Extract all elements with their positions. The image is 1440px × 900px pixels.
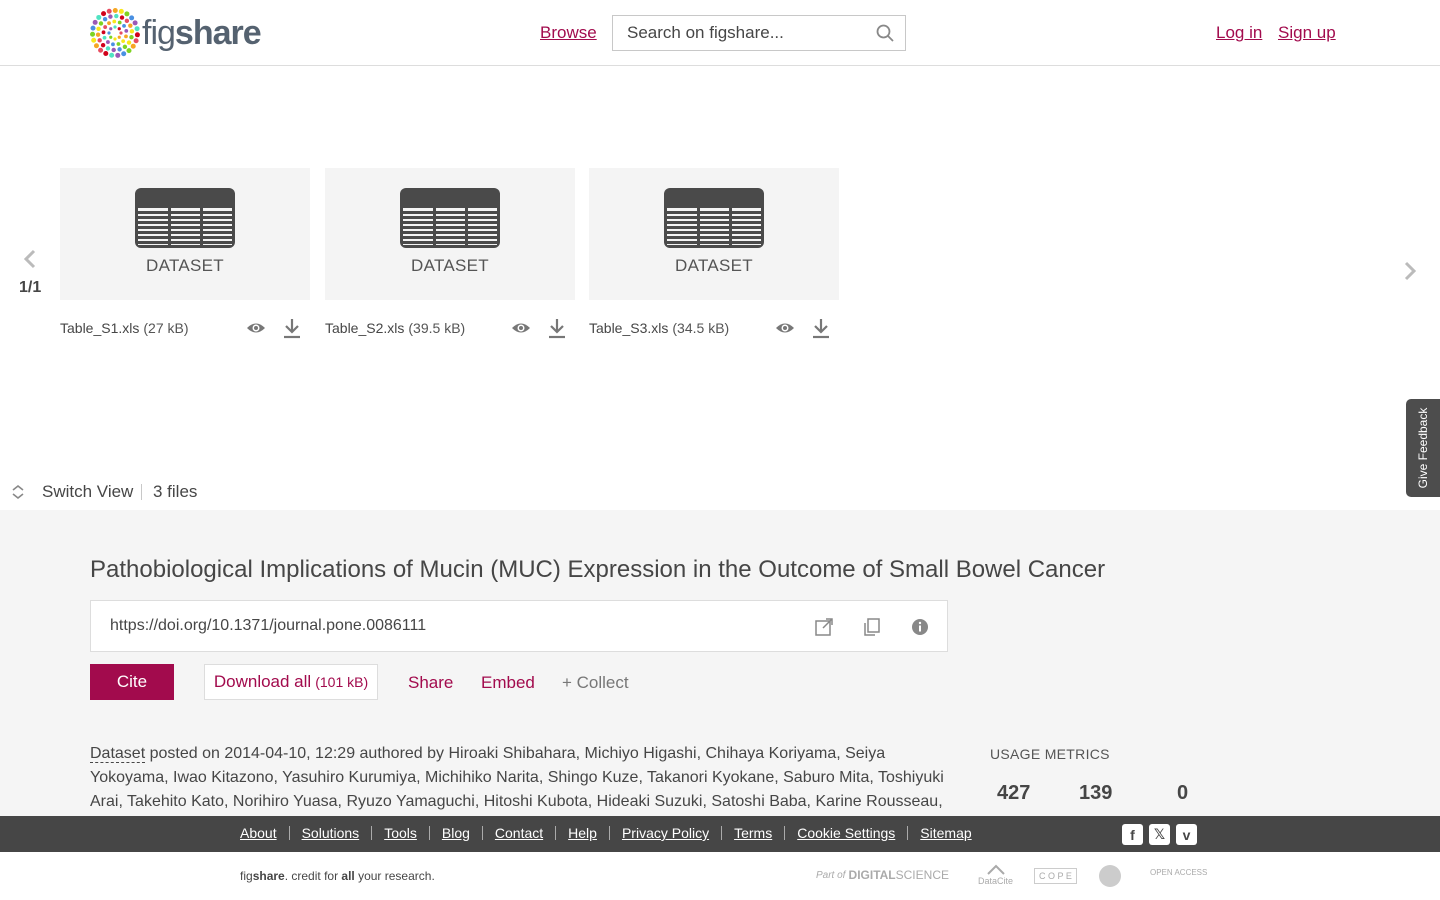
footer-link-privacy-policy[interactable]: Privacy Policy (622, 825, 709, 841)
footer-separator (428, 826, 430, 840)
file-meta: Table_S3.xls (34.5 kB) (589, 316, 839, 340)
footer-links: About Solutions Tools Blog Contact Help Privac… (240, 825, 972, 841)
site-header: figshare Browse Search on figshare... Lo… (0, 0, 1440, 66)
page-title: Pathobiological Implications of Mucin (M… (90, 556, 1106, 583)
carousel-page-count: 1/1 (19, 279, 42, 296)
dataset-table-icon (135, 188, 235, 248)
share-button[interactable]: Share (408, 673, 453, 693)
file-type-label: DATASET (675, 256, 753, 275)
footer-link-blog[interactable]: Blog (442, 825, 470, 841)
cite-button[interactable]: Cite (90, 664, 174, 700)
footer-link-contact[interactable]: Contact (495, 825, 543, 841)
footer-link-sitemap[interactable]: Sitemap (920, 825, 971, 841)
file-size: (39.5 kB) (408, 320, 466, 336)
footer-link-terms[interactable]: Terms (734, 825, 772, 841)
cope-logo[interactable]: C O P E (1034, 868, 1077, 884)
footer-tagline: figshare. credit for all your research. (240, 869, 435, 883)
footer-separator (784, 826, 786, 840)
downloads-metric: 139 (1079, 782, 1113, 804)
footer-bottom: figshare. credit for all your research. … (0, 852, 1440, 900)
collect-button[interactable]: + Collect (562, 673, 629, 693)
login-link[interactable]: Log in (1216, 23, 1262, 43)
citations-metric: 0 (1177, 782, 1189, 804)
file-size: (27 kB) (143, 320, 189, 336)
footer-link-tools[interactable]: Tools (384, 825, 417, 841)
download-all-size: (101 kB) (315, 674, 369, 690)
search-box[interactable]: Search on figshare... (612, 15, 906, 51)
file-thumbnail[interactable]: DATASET (589, 168, 839, 300)
item-type-link[interactable]: Dataset (90, 745, 146, 763)
footer-link-help[interactable]: Help (568, 825, 597, 841)
file-card[interactable]: DATASET Table_S3.xls (34.5 kB) (589, 168, 839, 340)
signup-link[interactable]: Sign up (1278, 23, 1336, 43)
search-icon[interactable] (865, 15, 905, 51)
footer-link-cookie-settings[interactable]: Cookie Settings (797, 825, 895, 841)
files-count: 3 files (153, 482, 198, 501)
info-icon[interactable] (910, 617, 930, 637)
file-thumbnail[interactable]: DATASET (325, 168, 575, 300)
footer-separator (608, 826, 610, 840)
figshare-logo-icon (90, 8, 140, 58)
footer-separator (907, 826, 909, 840)
posted-authors: posted on 2014-04-10, 12:29 authored by … (90, 745, 944, 810)
dataset-table-icon (400, 188, 500, 248)
footer-link-about[interactable]: About (240, 825, 277, 841)
footer-separator (288, 826, 290, 840)
preview-eye-icon[interactable] (246, 318, 266, 338)
switch-view-button[interactable]: Switch View (42, 482, 133, 502)
download-icon[interactable] (811, 317, 831, 339)
figshare-logo[interactable]: figshare (90, 8, 262, 58)
download-icon[interactable] (547, 317, 567, 339)
file-name[interactable]: Table_S1.xls (60, 320, 139, 336)
switch-view-icon[interactable] (10, 484, 26, 500)
logo-wordmark: figshare (142, 13, 262, 52)
facebook-icon[interactable]: f (1122, 824, 1143, 845)
footer-nav: About Solutions Tools Blog Contact Help Privac… (0, 816, 1440, 852)
vimeo-icon[interactable]: v (1176, 824, 1197, 845)
file-card[interactable]: DATASET Table_S1.xls (27 kB) (60, 168, 310, 340)
x-icon[interactable]: 𝕏 (1149, 824, 1170, 845)
footer-separator (555, 826, 557, 840)
download-icon[interactable] (282, 317, 302, 339)
copy-icon[interactable] (862, 617, 882, 637)
item-details: Pathobiological Implications of Mucin (M… (0, 510, 1440, 816)
search-input[interactable]: Search on figshare... (613, 23, 865, 43)
download-all-label: Download all (213, 672, 312, 691)
file-thumbnail[interactable]: DATASET (60, 168, 310, 300)
give-feedback-tab[interactable]: Give Feedback (1406, 399, 1440, 497)
footer-link-solutions[interactable]: Solutions (302, 825, 360, 841)
footer-separator (721, 826, 723, 840)
file-meta: Table_S1.xls (27 kB) (60, 316, 310, 340)
doi-link[interactable]: https://doi.org/10.1371/journal.pone.008… (110, 617, 426, 635)
footer-separator (371, 826, 373, 840)
carousel-prev-icon[interactable] (20, 248, 40, 270)
file-meta: Table_S2.xls (39.5 kB) (325, 316, 575, 340)
open-access-logo[interactable]: OPEN ACCESS (1150, 868, 1207, 877)
dataset-table-icon (664, 188, 764, 248)
external-link-icon[interactable] (814, 617, 834, 637)
posted-info: Dataset posted on 2014-04-10, 12:29 auth… (90, 742, 960, 814)
doi-box: https://doi.org/10.1371/journal.pone.008… (90, 600, 948, 652)
file-name[interactable]: Table_S2.xls (325, 320, 404, 336)
file-type-label: DATASET (411, 256, 489, 275)
give-feedback-label: Give Feedback (1416, 407, 1430, 489)
embed-button[interactable]: Embed (481, 673, 535, 693)
browse-link[interactable]: Browse (540, 23, 597, 43)
preview-eye-icon[interactable] (775, 318, 795, 338)
download-all-button[interactable]: Download all (101 kB) (204, 664, 378, 700)
datacite-logo[interactable]: DataCite (978, 864, 1013, 886)
file-name[interactable]: Table_S3.xls (589, 320, 668, 336)
digital-science-logo[interactable]: Part of DIGITAL SCIENCE (816, 868, 949, 882)
footer-separator (481, 826, 483, 840)
usage-metrics-title: USAGE METRICS (990, 746, 1110, 762)
file-card[interactable]: DATASET Table_S2.xls (39.5 kB) (325, 168, 575, 340)
preview-eye-icon[interactable] (511, 318, 531, 338)
oaspa-logo-icon[interactable] (1098, 864, 1122, 888)
view-bar-divider (141, 484, 142, 500)
file-type-label: DATASET (146, 256, 224, 275)
file-size: (34.5 kB) (672, 320, 730, 336)
carousel-next-icon[interactable] (1400, 260, 1420, 282)
views-metric: 427 (997, 782, 1031, 804)
